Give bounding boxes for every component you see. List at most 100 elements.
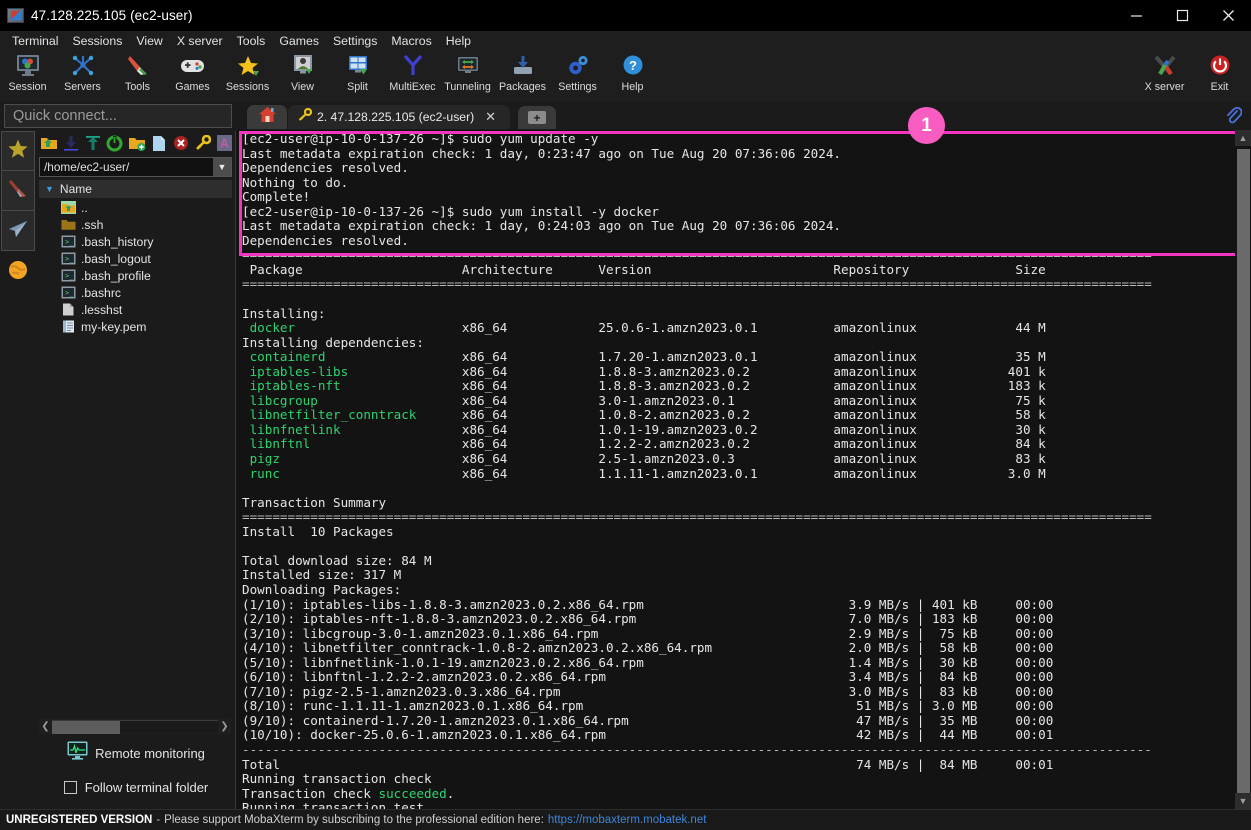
toolbar-button-multiexec[interactable]: MultiExec: [385, 50, 440, 102]
toolbar-label-multiexec: MultiExec: [389, 81, 436, 93]
scroll-right-icon[interactable]: ❯: [218, 721, 231, 732]
terminal-output: [ec2-user@ip-10-0-137-26 ~]$ sudo yum up…: [242, 131, 1227, 809]
star-icon: [7, 138, 29, 164]
annotation-badge: 1: [908, 107, 945, 144]
upload-icon[interactable]: [83, 134, 102, 153]
toolbar-button-session[interactable]: Session: [0, 50, 55, 102]
chevron-down-icon[interactable]: ▼: [213, 158, 231, 176]
terminal-line: Downloading Packages:: [242, 581, 402, 597]
menu-item-macros[interactable]: Macros: [384, 33, 438, 49]
file-browser-path-input[interactable]: /home/ec2-user/ ▼: [39, 157, 232, 177]
list-item[interactable]: my-key.pem: [39, 318, 232, 335]
status-dash: -: [156, 814, 161, 826]
terminal-line: Installing:: [242, 305, 326, 321]
svg-text:A: A: [220, 137, 229, 151]
toolbar-button-xserver[interactable]: X server: [1137, 50, 1192, 102]
download-icon[interactable]: [61, 134, 80, 153]
sidebar-globe[interactable]: [0, 251, 36, 293]
quick-connect-input[interactable]: Quick connect...: [4, 104, 232, 128]
toolbar-button-help[interactable]: ? Help: [605, 50, 660, 102]
minimize-button[interactable]: [1113, 0, 1159, 31]
toolbar-button-tunneling[interactable]: Tunneling: [440, 50, 495, 102]
checkbox-icon[interactable]: [63, 781, 77, 794]
menu-item-settings[interactable]: Settings: [326, 33, 384, 49]
list-item[interactable]: >_ .bash_logout: [39, 250, 232, 267]
status-unregistered-label: UNREGISTERED VERSION: [6, 814, 153, 826]
terminal-line: [ec2-user@ip-10-0-137-26 ~]$ sudo yum up…: [242, 131, 599, 146]
maximize-button[interactable]: [1159, 0, 1205, 31]
menu-item-games[interactable]: Games: [272, 33, 326, 49]
permissions-key-icon[interactable]: [193, 134, 212, 153]
list-item[interactable]: >_ .bash_profile: [39, 267, 232, 284]
terminal-line: (5/10): libnfnetlink-1.0.1-19.amzn2023.0…: [242, 654, 1054, 670]
script-file-icon: >_: [61, 286, 76, 299]
menu-item-help[interactable]: Help: [439, 33, 478, 49]
toolbar-button-servers[interactable]: Servers: [55, 50, 110, 102]
scrollbar-track[interactable]: [52, 720, 218, 734]
list-item[interactable]: >_ .bashrc: [39, 284, 232, 301]
terminal-line: libnetfilter_conntrack x86_64 1.0.8-2.am…: [242, 407, 1046, 423]
menu-item-view[interactable]: View: [129, 33, 169, 49]
list-item[interactable]: >_ .bash_history: [39, 233, 232, 250]
terminal-line: ========================================…: [242, 276, 1152, 292]
toolbar-label-split: Split: [347, 81, 368, 93]
text-mode-icon[interactable]: A: [215, 134, 234, 153]
new-tab-button[interactable]: +: [518, 106, 556, 129]
menu-item-sessions[interactable]: Sessions: [65, 33, 129, 49]
chevron-up-icon[interactable]: ▲: [1235, 130, 1251, 146]
left-icon-rail: [0, 131, 36, 809]
file-browser-horizontal-scrollbar[interactable]: ❮ ❯: [39, 719, 231, 734]
terminal-line: Total download size: 84 M: [242, 552, 432, 568]
view-icon: [291, 53, 315, 78]
toolbar-button-exit[interactable]: Exit: [1192, 50, 1247, 102]
list-item[interactable]: .ssh: [39, 216, 232, 233]
file-browser-path-value: /home/ec2-user/: [44, 160, 130, 174]
file-name: .lesshst: [81, 302, 123, 317]
terminal-line: Nothing to do.: [242, 174, 349, 190]
close-icon[interactable]: ✕: [485, 109, 496, 125]
toolbar-button-view[interactable]: View: [275, 50, 330, 102]
tab-session[interactable]: 2. 47.128.225.105 (ec2-user) ✕: [288, 105, 510, 129]
up-folder-icon[interactable]: [39, 134, 58, 153]
terminal-line: [ec2-user@ip-10-0-137-26 ~]$ sudo yum in…: [242, 203, 660, 219]
games-icon: [180, 53, 205, 78]
chevron-down-icon[interactable]: ▼: [1235, 793, 1251, 809]
menu-item-terminal[interactable]: Terminal: [5, 33, 65, 49]
follow-terminal-folder-checkbox[interactable]: Follow terminal folder: [36, 780, 236, 795]
list-item[interactable]: .lesshst: [39, 301, 232, 318]
new-folder-icon[interactable]: [127, 134, 146, 153]
terminal-line: pigz x86_64 2.5-1.amzn2023.0.3 amazonlin…: [242, 451, 1046, 467]
scrollbar-thumb[interactable]: [52, 721, 120, 734]
new-file-icon[interactable]: [149, 134, 168, 153]
remote-monitoring-button[interactable]: Remote monitoring: [36, 741, 236, 765]
terminal-scrollbar[interactable]: ▲ ▼: [1235, 130, 1251, 809]
list-item[interactable]: ..: [39, 199, 232, 216]
menu-item-xserver[interactable]: X server: [170, 33, 230, 49]
close-button[interactable]: [1205, 0, 1251, 31]
tools-icon: [126, 53, 150, 78]
status-link[interactable]: https://mobaxterm.mobatek.net: [548, 814, 707, 826]
delete-icon[interactable]: [171, 134, 190, 153]
toolbar-button-packages[interactable]: Packages: [495, 50, 550, 102]
file-browser-column-header[interactable]: ▼ Name: [39, 180, 232, 198]
tab-home[interactable]: [247, 105, 287, 129]
scroll-left-icon[interactable]: ❮: [39, 721, 52, 732]
toolbar-button-tools[interactable]: Tools: [110, 50, 165, 102]
scrollbar-thumb[interactable]: [1237, 149, 1250, 794]
xserver-icon: [1152, 53, 1178, 78]
paperclip-icon[interactable]: [1225, 106, 1243, 130]
refresh-icon[interactable]: [105, 134, 124, 153]
toolbar-button-split[interactable]: Split: [330, 50, 385, 102]
sidebar-tools[interactable]: [1, 171, 35, 211]
terminal-line: docker x86_64 25.0.6-1.amzn2023.0.1 amaz…: [242, 320, 1046, 336]
sidebar-sessions-star[interactable]: [1, 131, 35, 171]
toolbar-button-sessions[interactable]: Sessions: [220, 50, 275, 102]
toolbar-button-games[interactable]: Games: [165, 50, 220, 102]
key-icon: [297, 107, 313, 127]
terminal-pane[interactable]: [ec2-user@ip-10-0-137-26 ~]$ sudo yum up…: [236, 130, 1251, 809]
menu-item-tools[interactable]: Tools: [230, 33, 273, 49]
sidebar-sftp[interactable]: [1, 211, 35, 251]
toolbar-button-settings[interactable]: Settings: [550, 50, 605, 102]
svg-text:?: ?: [629, 58, 637, 73]
